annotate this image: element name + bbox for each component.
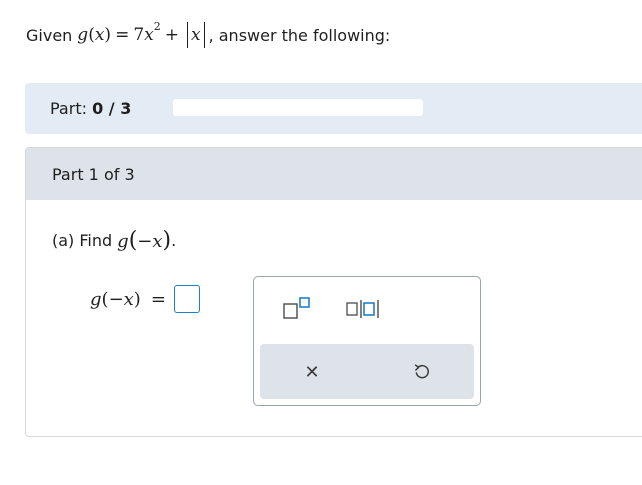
close-icon: ✕: [304, 361, 320, 383]
plus-sign: +: [164, 25, 179, 45]
question-prefix: Given: [26, 25, 73, 45]
question-text: Given g (x) = 7x2 + x , answer the follo…: [26, 18, 390, 52]
answer-input[interactable]: [173, 285, 200, 313]
part-header: Part 1 of 3: [26, 148, 642, 200]
answer-row: g(−x) =: [90, 285, 200, 313]
palette-actions: ✕: [260, 344, 474, 399]
prompt-prefix: (a) Find: [52, 231, 113, 250]
exponent-template-icon: [283, 297, 310, 319]
function-name: g: [77, 25, 89, 45]
absolute-value-tool-button[interactable]: [342, 291, 392, 327]
absolute-value: x: [186, 22, 205, 48]
undo-button[interactable]: [400, 353, 444, 391]
prompt-expression: g(−x): [117, 228, 172, 253]
coefficient: 7: [133, 25, 145, 45]
subquestion-prompt: (a) Find g(−x) .: [52, 228, 177, 253]
function-arg: x: [94, 25, 105, 45]
math-palette: ✕: [253, 276, 481, 406]
exponent: 2: [153, 19, 161, 33]
term-variable: x: [144, 25, 154, 45]
function-expression: g (x) = 7x2 + x: [77, 19, 205, 48]
question-suffix: , answer the following:: [208, 25, 391, 45]
equals-sign: =: [150, 288, 166, 310]
answer-lhs: g(−x): [90, 288, 141, 310]
exponent-tool-button[interactable]: [276, 291, 318, 327]
progress-panel: Part: 0 / 3: [25, 83, 642, 134]
undo-icon: [414, 364, 429, 379]
progress-label: Part: 0 / 3: [50, 99, 132, 118]
progress-bar: [173, 99, 423, 116]
progress-value: 0 / 3: [92, 99, 132, 118]
clear-button[interactable]: ✕: [290, 353, 334, 391]
absolute-value-template-icon: [346, 300, 379, 318]
